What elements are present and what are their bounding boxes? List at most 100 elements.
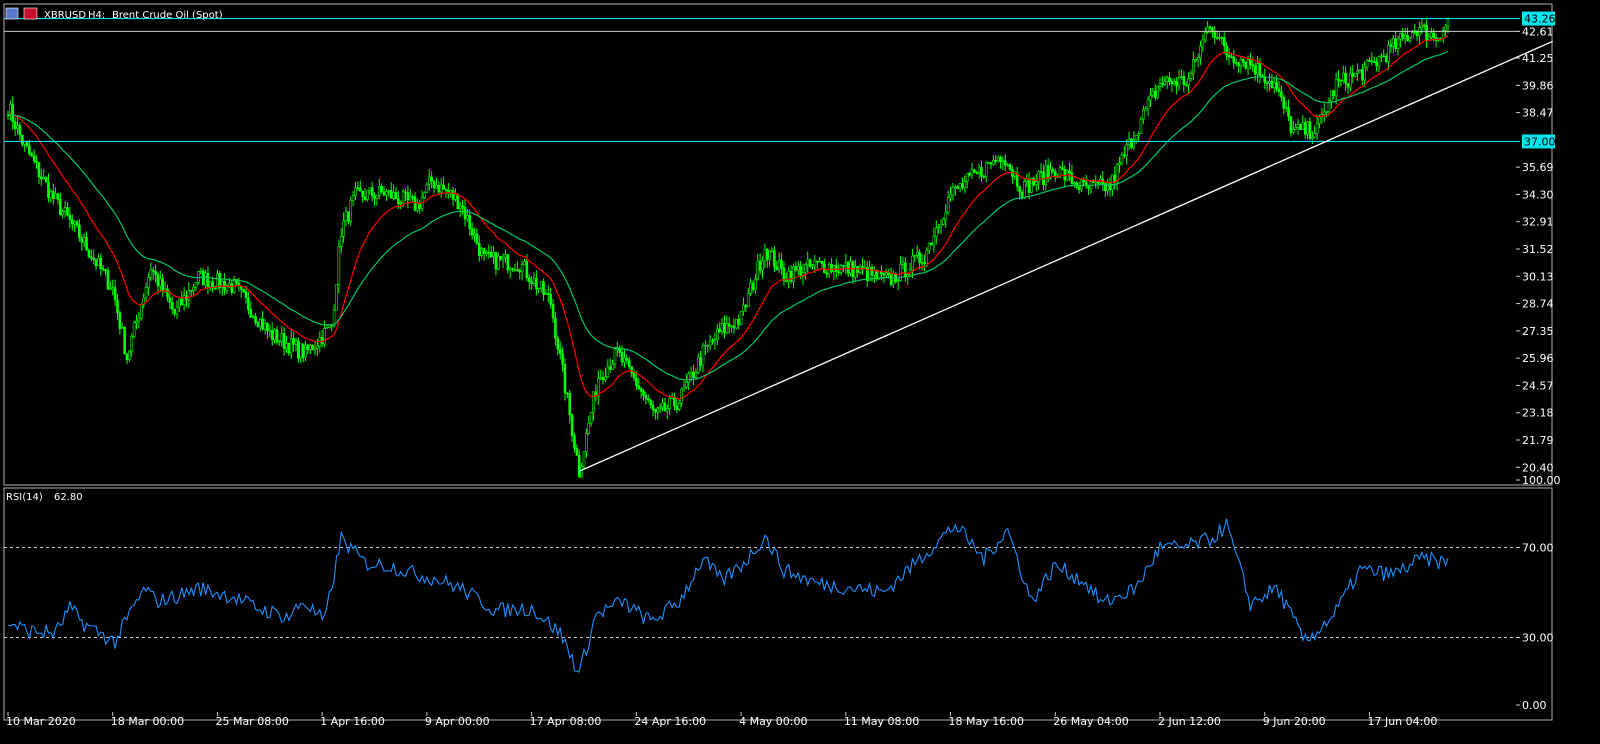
- candle: [94, 258, 98, 271]
- candle: [737, 314, 741, 330]
- candle: [35, 155, 38, 170]
- candle: [1053, 168, 1057, 182]
- price-pane-frame: [3, 3, 1553, 486]
- candle: [1303, 117, 1307, 139]
- candle: [1122, 146, 1126, 159]
- candle: [118, 310, 122, 335]
- candle: [1187, 72, 1190, 94]
- candle: [754, 274, 757, 295]
- candle: [589, 412, 593, 427]
- candle: [1353, 72, 1357, 78]
- candle: [1280, 85, 1283, 102]
- candle: [247, 291, 250, 315]
- candle: [211, 276, 214, 293]
- candle: [1008, 162, 1012, 172]
- candle: [408, 188, 412, 201]
- candle: [1358, 69, 1362, 74]
- candle: [673, 392, 676, 411]
- candle: [651, 400, 655, 417]
- candle: [532, 272, 536, 287]
- candle: [606, 359, 610, 379]
- candle: [1208, 24, 1212, 34]
- candle: [40, 168, 43, 186]
- candle: [582, 451, 586, 469]
- candle: [313, 341, 317, 356]
- candle: [554, 311, 557, 346]
- time-tick-label: 9 Jun 20:00: [1263, 715, 1326, 728]
- candle: [161, 273, 165, 298]
- candle: [294, 337, 298, 352]
- candle: [470, 222, 474, 240]
- candle: [356, 181, 360, 192]
- candle: [275, 325, 279, 345]
- candle: [1427, 32, 1431, 41]
- candle: [1163, 76, 1167, 86]
- candle: [825, 269, 829, 278]
- candle: [685, 373, 688, 390]
- candle: [311, 344, 314, 351]
- ascending-trendline[interactable]: [578, 40, 1553, 472]
- candle: [806, 251, 810, 273]
- candle: [1084, 174, 1088, 190]
- candle: [1256, 55, 1259, 83]
- candle: [1339, 79, 1343, 87]
- candle: [487, 244, 491, 259]
- candle: [782, 261, 786, 286]
- candle: [530, 276, 533, 290]
- candle: [937, 224, 940, 234]
- candle: [1042, 164, 1045, 191]
- candle: [1189, 69, 1193, 82]
- candle: [1068, 162, 1071, 182]
- candle: [1025, 174, 1029, 188]
- candle: [792, 263, 795, 289]
- candle: [480, 246, 483, 259]
- candle: [1023, 178, 1026, 200]
- candle: [599, 369, 602, 381]
- candle: [149, 262, 153, 282]
- candle: [156, 272, 160, 295]
- candle: [756, 254, 760, 281]
- candle: [199, 267, 203, 275]
- candle: [87, 248, 91, 259]
- candle: [106, 266, 110, 291]
- candle: [287, 342, 291, 357]
- candle: [485, 250, 488, 257]
- candle: [1034, 173, 1038, 192]
- horizontal-levels[interactable]: 43.26 37.00: [4, 11, 1556, 149]
- symbol-icon[interactable]: [5, 7, 19, 20]
- candle: [1415, 30, 1419, 41]
- candle: [1158, 77, 1162, 92]
- candle: [625, 354, 629, 365]
- candle: [1325, 111, 1328, 118]
- price-tick-label: 25.96: [1522, 352, 1554, 365]
- candle: [682, 380, 686, 392]
- candle: [249, 301, 253, 318]
- candle: [1441, 27, 1445, 43]
- candle: [613, 346, 617, 369]
- price-tick-label: 28.74: [1522, 298, 1554, 311]
- candle: [999, 155, 1002, 169]
- candle: [9, 100, 12, 121]
- price-tick-label: 23.18: [1522, 407, 1554, 420]
- candle: [849, 256, 852, 277]
- candle: [1380, 52, 1383, 63]
- candle: [263, 318, 267, 335]
- candle: [1108, 176, 1112, 197]
- candle: [144, 282, 148, 302]
- moving-average-lines: [7, 35, 1449, 400]
- candle: [511, 267, 514, 272]
- candle: [744, 303, 748, 313]
- candle: [1308, 117, 1312, 141]
- trendline-group[interactable]: [578, 40, 1553, 472]
- rsi-axis: 100.00 70.00 30.00 0.00: [1516, 474, 1561, 712]
- candle: [1032, 176, 1036, 187]
- candle: [251, 314, 255, 319]
- candle: [492, 246, 495, 264]
- candle: [730, 325, 733, 333]
- symbol-flag-icon: [23, 7, 38, 20]
- candle: [175, 300, 179, 320]
- candle: [1206, 21, 1209, 34]
- candle: [54, 186, 57, 199]
- chart-canvas[interactable]: 43.26 37.00 42.61 41.25 39.86 38.47 35.69 34.3…: [0, 0, 1600, 744]
- candle: [1196, 53, 1200, 68]
